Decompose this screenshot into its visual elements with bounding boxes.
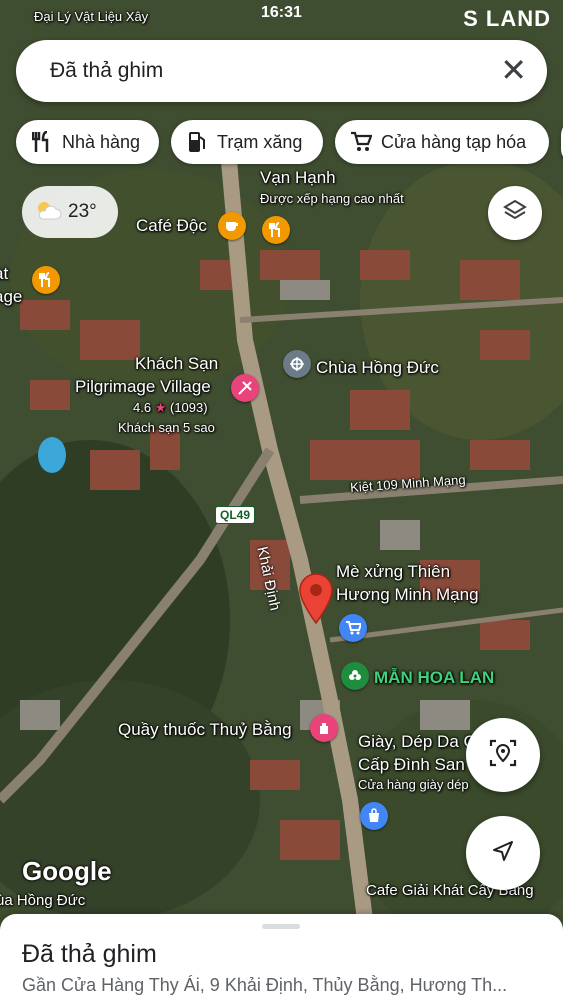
explore-nearby-button[interactable] — [466, 718, 540, 792]
pharmacy-poi-icon[interactable] — [310, 714, 338, 742]
place-label[interactable]: at — [0, 264, 8, 284]
place-label[interactable]: Café Độc — [136, 216, 207, 236]
chip-gas-stations[interactable]: Trạm xăng — [171, 120, 323, 164]
place-label[interactable]: Cấp Đình San — [358, 755, 465, 775]
shopping-bag-poi-icon[interactable] — [360, 802, 388, 830]
shopping-cart-poi-icon[interactable] — [339, 614, 367, 642]
search-query[interactable]: Đã thả ghim — [50, 59, 163, 83]
chip-label: Nhà hàng — [62, 131, 141, 152]
star-icon: ★ — [154, 400, 167, 415]
place-sublabel: Cửa hàng giày dép — [358, 777, 469, 792]
weather-temp: 23° — [68, 201, 97, 222]
my-location-button[interactable] — [466, 816, 540, 890]
chip-restaurants[interactable]: Nhà hàng — [16, 120, 159, 164]
sheet-drag-handle[interactable] — [262, 924, 300, 929]
place-label[interactable]: Mè xửng Thiên — [336, 562, 450, 582]
sheet-address: Gần Cửa Hàng Thy Ái, 9 Khải Định, Thủy B… — [22, 975, 508, 995]
flower-poi-icon[interactable] — [341, 662, 369, 690]
hotel-type: Khách sạn 5 sao — [118, 420, 215, 435]
place-label[interactable]: ùa Hồng Đức — [0, 892, 85, 909]
place-label[interactable]: Quầy thuốc Thuỷ Bằng — [118, 720, 292, 740]
hotel-label[interactable]: Khách Sạn — [135, 354, 218, 374]
place-label[interactable]: Vạn Hạnh — [260, 168, 336, 188]
layers-icon — [502, 198, 528, 229]
dropped-pin-icon[interactable] — [297, 572, 335, 629]
weather-badge[interactable]: 23° — [22, 186, 118, 238]
place-sublabel: Được xếp hạng cao nhất — [260, 191, 404, 206]
road-shield: QL49 — [215, 506, 256, 524]
location-search-icon — [488, 738, 518, 773]
hotel-poi-icon[interactable] — [231, 374, 259, 402]
restaurant-poi-icon[interactable] — [32, 266, 60, 294]
place-bottom-sheet[interactable]: Đã thả ghim Gần Cửa Hàng Thy Ái, 9 Khải … — [0, 914, 563, 1000]
fork-knife-icon — [30, 130, 54, 154]
place-label[interactable]: age — [0, 287, 22, 307]
close-icon[interactable]: ✕ — [500, 54, 527, 86]
navigation-arrow-icon — [490, 838, 516, 869]
place-label[interactable]: Giày, Dép Da C — [358, 732, 476, 752]
gas-pump-icon — [185, 130, 209, 154]
hotel-label[interactable]: Pilgrimage Village — [75, 377, 211, 397]
search-bar[interactable]: Đã thả ghim ✕ — [16, 40, 547, 102]
cafe-poi-icon[interactable] — [218, 212, 246, 240]
watermark-logo: S LAND — [463, 6, 551, 31]
partly-cloudy-icon — [34, 199, 62, 226]
place-label[interactable]: Hương Minh Mạng — [336, 585, 479, 605]
sheet-title: Đã thả ghim — [22, 940, 157, 968]
google-attribution: Google — [22, 856, 112, 886]
hotel-rating: 4.6 ★ (1093) — [133, 400, 208, 416]
rating-value: 4.6 — [133, 400, 152, 415]
cart-icon — [349, 130, 373, 154]
place-label[interactable]: MẪN HOA LAN — [374, 668, 494, 688]
status-time: 16:31 — [261, 4, 302, 21]
status-map-label: Đại Lý Vật Liệu Xây — [34, 9, 149, 24]
layers-button[interactable] — [488, 186, 542, 240]
pagoda-poi-icon[interactable] — [283, 350, 311, 378]
place-label[interactable]: Chùa Hồng Đức — [316, 358, 439, 378]
status-bar: Đại Lý Vật Liệu Xây 16:31 S LAND — [0, 0, 563, 31]
chip-label: Cửa hàng tạp hóa — [381, 131, 527, 152]
chip-label: Trạm xăng — [217, 131, 303, 152]
restaurant-poi-icon[interactable] — [262, 216, 290, 244]
review-count: (1093) — [169, 400, 208, 415]
chip-grocery[interactable]: Cửa hàng tạp hóa — [335, 120, 549, 164]
